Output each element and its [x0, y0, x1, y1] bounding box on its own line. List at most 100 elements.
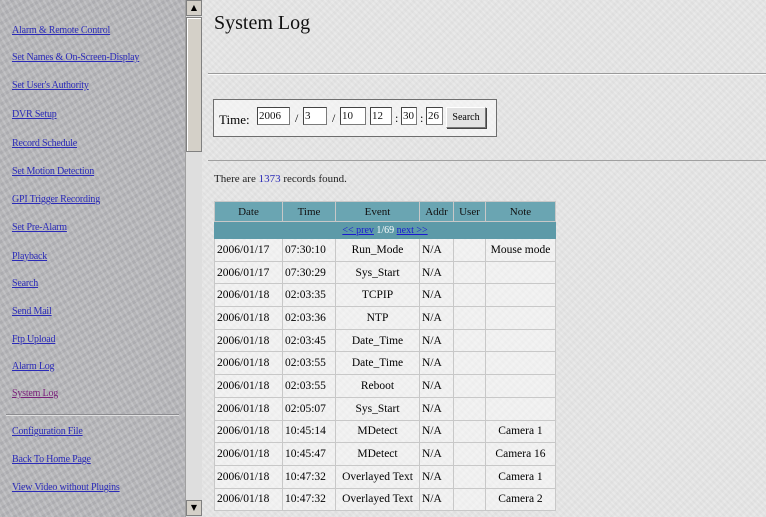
time-cell: 02:05:07 — [282, 396, 336, 421]
time-cell: 02:03:55 — [282, 374, 336, 398]
addr-cell: N/A — [419, 464, 454, 489]
second-input[interactable] — [426, 107, 443, 125]
note-cell: Mouse mode — [485, 238, 556, 262]
date-cell: 2006/01/17 — [214, 238, 283, 262]
sidebar-item-playback[interactable]: Playback — [12, 251, 47, 262]
sidebar-item-ftp-upload[interactable]: Ftp Upload — [12, 334, 55, 345]
table-row: 2006/01/18 02:03:35 TCPIP N/A — [214, 283, 556, 308]
time-cell: 10:47:32 — [282, 464, 336, 489]
note-cell — [485, 328, 556, 353]
note-cell — [485, 374, 556, 398]
sidebar-item-alarm-remote-control[interactable]: Alarm & Remote Control — [12, 25, 110, 36]
section-divider — [208, 160, 766, 161]
time-filter-box: Time: / / : : Search — [213, 99, 497, 137]
user-cell — [453, 328, 486, 353]
year-input[interactable] — [257, 107, 290, 125]
sidebar-item-record-schedule[interactable]: Record Schedule — [12, 138, 77, 149]
sidebar-item-send-mail[interactable]: Send Mail — [12, 306, 52, 317]
sidebar-item-set-motion-detection[interactable]: Set Motion Detection — [12, 166, 94, 177]
sidebar-divider — [6, 414, 179, 416]
user-cell — [453, 238, 486, 262]
minute-input[interactable] — [401, 107, 417, 125]
sidebar-item-view-video-without-plugins[interactable]: View Video without Plugins — [12, 482, 120, 493]
time-separator: : — [420, 111, 424, 125]
user-cell — [453, 351, 486, 376]
time-cell: 10:45:47 — [282, 442, 336, 466]
sidebar-item-alarm-log[interactable]: Alarm Log — [12, 361, 55, 372]
date-cell: 2006/01/18 — [214, 419, 283, 444]
event-cell: MDetect — [335, 419, 420, 444]
sidebar-item-configuration-file[interactable]: Configuration File — [12, 426, 83, 437]
date-separator: / — [295, 111, 299, 125]
table-row: 2006/01/18 10:47:32 Overlayed Text N/A Camer… — [214, 487, 556, 512]
addr-cell: N/A — [419, 238, 454, 262]
event-cell: Sys_Start — [335, 260, 420, 285]
sidebar-item-set-user-s-authority[interactable]: Set User's Authority — [12, 80, 89, 91]
note-cell: Camera 1 — [485, 419, 556, 444]
scroll-up-arrow-icon[interactable]: ▲ — [186, 0, 202, 16]
sidebar-item-system-log[interactable]: System Log — [12, 388, 58, 399]
time-cell: 02:03:36 — [282, 306, 336, 330]
sidebar-item-set-names-on-screen-display[interactable]: Set Names & On-Screen-Display — [12, 52, 139, 63]
column-header-event: Event — [335, 201, 420, 222]
event-cell: Reboot — [335, 374, 420, 398]
column-header-addr: Addr — [419, 201, 454, 222]
search-button[interactable]: Search — [446, 107, 486, 128]
scroll-thumb[interactable] — [186, 17, 202, 152]
next-page-link[interactable]: next >> — [397, 225, 428, 236]
addr-cell: N/A — [419, 306, 454, 330]
sidebar-item-set-pre-alarm[interactable]: Set Pre-Alarm — [12, 222, 67, 233]
time-cell: 07:30:29 — [282, 260, 336, 285]
date-cell: 2006/01/18 — [214, 442, 283, 466]
date-cell: 2006/01/18 — [214, 374, 283, 398]
note-cell — [485, 260, 556, 285]
column-header-note: Note — [485, 201, 556, 222]
user-cell — [453, 283, 486, 308]
event-cell: MDetect — [335, 442, 420, 466]
prev-page-link[interactable]: << prev — [342, 225, 374, 236]
table-row: 2006/01/18 02:03:36 NTP N/A — [214, 306, 556, 330]
user-cell — [453, 396, 486, 421]
hour-input[interactable] — [370, 107, 392, 125]
date-cell: 2006/01/18 — [214, 351, 283, 376]
date-cell: 2006/01/18 — [214, 487, 283, 512]
note-cell — [485, 351, 556, 376]
system-log-table: << prev 1/69 next >> Date Time Event Addr Us… — [214, 201, 556, 512]
table-row: 2006/01/18 02:05:07 Sys_Start N/A — [214, 396, 556, 421]
pager-row: << prev 1/69 next >> — [214, 221, 556, 239]
event-cell: NTP — [335, 306, 420, 330]
note-cell — [485, 283, 556, 308]
user-cell — [453, 374, 486, 398]
month-input[interactable] — [303, 107, 327, 125]
event-cell: Overlayed Text — [335, 464, 420, 489]
time-cell: 02:03:55 — [282, 351, 336, 376]
sidebar-scrollbar[interactable]: ▲ ▼ — [185, 0, 202, 517]
sidebar-item-dvr-setup[interactable]: DVR Setup — [12, 109, 57, 120]
time-cell: 07:30:10 — [282, 238, 336, 262]
time-cell: 02:03:45 — [282, 328, 336, 353]
table-row: 2006/01/17 07:30:29 Sys_Start N/A — [214, 260, 556, 285]
column-header-date: Date — [214, 201, 283, 222]
date-cell: 2006/01/18 — [214, 464, 283, 489]
sidebar-item-back-to-home-page[interactable]: Back To Home Page — [12, 454, 91, 465]
date-cell: 2006/01/18 — [214, 283, 283, 308]
pager-cell: << prev 1/69 next >> — [214, 221, 556, 239]
title-divider — [208, 73, 766, 75]
main-content: System Log Time: / / : : Search There ar… — [202, 0, 766, 517]
addr-cell: N/A — [419, 351, 454, 376]
addr-cell: N/A — [419, 396, 454, 421]
column-header-time: Time — [282, 201, 336, 222]
table-row: 2006/01/18 02:03:55 Reboot N/A — [214, 374, 556, 398]
sidebar-item-gpi-trigger-recording[interactable]: GPI Trigger Recording — [12, 194, 100, 205]
time-separator: : — [395, 111, 399, 125]
event-cell: Run_Mode — [335, 238, 420, 262]
user-cell — [453, 442, 486, 466]
scroll-down-arrow-icon[interactable]: ▼ — [186, 500, 202, 516]
sidebar-item-search[interactable]: Search — [12, 278, 38, 289]
event-cell: Sys_Start — [335, 396, 420, 421]
addr-cell: N/A — [419, 260, 454, 285]
addr-cell: N/A — [419, 328, 454, 353]
records-prefix: There are — [214, 173, 256, 185]
day-input[interactable] — [340, 107, 366, 125]
event-cell: Date_Time — [335, 351, 420, 376]
